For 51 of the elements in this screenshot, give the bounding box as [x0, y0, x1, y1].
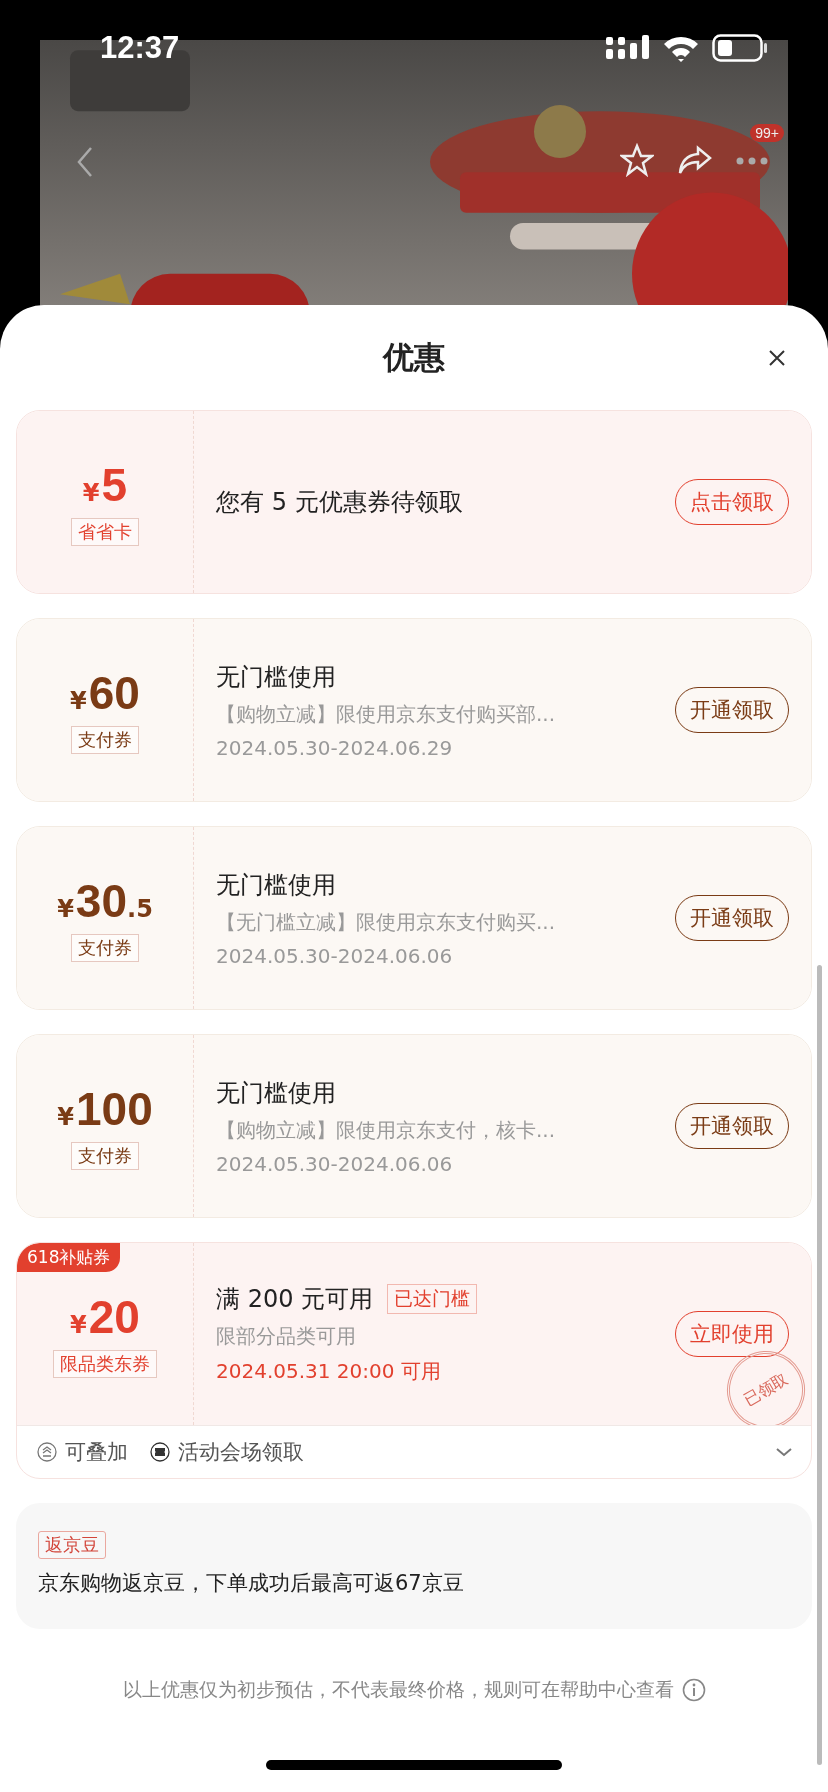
signal-icon: [606, 35, 650, 61]
more-icon[interactable]: [736, 157, 768, 165]
coupon-title: 无门槛使用: [216, 869, 336, 901]
threshold-tag: 已达门槛: [387, 1284, 478, 1314]
wifi-icon: [662, 34, 700, 62]
star-icon[interactable]: [620, 142, 654, 177]
chevron-down-icon[interactable]: [775, 1447, 793, 1457]
bean-rebate-tag: 返京豆: [38, 1531, 106, 1559]
sheet-title: 优惠: [383, 337, 445, 377]
coupon-amount: 20: [88, 1290, 140, 1344]
info-icon[interactable]: [681, 1678, 706, 1702]
disclaimer-text: 以上优惠仅为初步预估，不代表最终价格，规则可在帮助中心查看: [122, 1677, 674, 1702]
coupon-type-label: 支付券: [71, 1142, 139, 1170]
coupon-type-label: 支付券: [71, 934, 139, 962]
stack-icon: [37, 1442, 57, 1462]
coupon-description: 【购物立减】限使用京东支付购买部...: [216, 700, 557, 728]
share-icon[interactable]: [678, 144, 712, 175]
coupon-type-label: 限品类东券: [53, 1350, 157, 1378]
currency-symbol: ¥: [70, 687, 87, 715]
coupon-decimal: .5: [127, 895, 153, 923]
coupon-type-label: 支付券: [71, 726, 139, 754]
coupon-tag: 618补贴券: [17, 1243, 121, 1272]
back-icon[interactable]: [76, 146, 94, 178]
coupon-amount: 30: [75, 874, 127, 928]
coupon-amount: 60: [88, 666, 140, 720]
bean-rebate-text: 京东购物返京豆，下单成功后最高可返67京豆: [38, 1570, 464, 1597]
coupon-amount: 100: [75, 1082, 153, 1136]
coupon-description: 【购物立减】限使用京东支付，核卡...: [216, 1116, 557, 1144]
coupon-type-label: 省省卡: [71, 518, 139, 546]
validity-date: 2024.05.30-2024.06.29: [216, 735, 454, 760]
validity-date: 2024.05.31 20:00 可用: [216, 1358, 442, 1385]
feature-label: 活动会场领取: [178, 1439, 304, 1466]
ticket-icon: [150, 1442, 170, 1462]
currency-symbol: ¥: [82, 479, 100, 507]
coupon-amount: 5: [101, 458, 128, 512]
validity-date: 2024.05.30-2024.06.06: [216, 943, 454, 968]
feature-label: 可叠加: [65, 1439, 128, 1466]
coupon-description: 【无门槛立减】限使用京东支付购买...: [216, 908, 557, 936]
coupon-title: 无门槛使用: [216, 1077, 336, 1109]
notification-badge: 99+: [750, 124, 784, 142]
battery-icon: [712, 34, 768, 62]
coupon-title: 您有 5 元优惠券待领取: [216, 487, 463, 518]
coupon-title: 满 200 元可用: [216, 1284, 374, 1315]
currency-symbol: ¥: [57, 895, 74, 923]
validity-date: 2024.05.30-2024.06.06: [216, 1151, 454, 1176]
currency-symbol: ¥: [57, 1103, 74, 1131]
coupon-title: 无门槛使用: [216, 661, 336, 693]
close-icon[interactable]: [768, 349, 786, 367]
coupon-description: 限部分品类可用: [216, 1323, 357, 1350]
status-time: 12:37: [100, 30, 180, 66]
currency-symbol: ¥: [70, 1311, 87, 1339]
